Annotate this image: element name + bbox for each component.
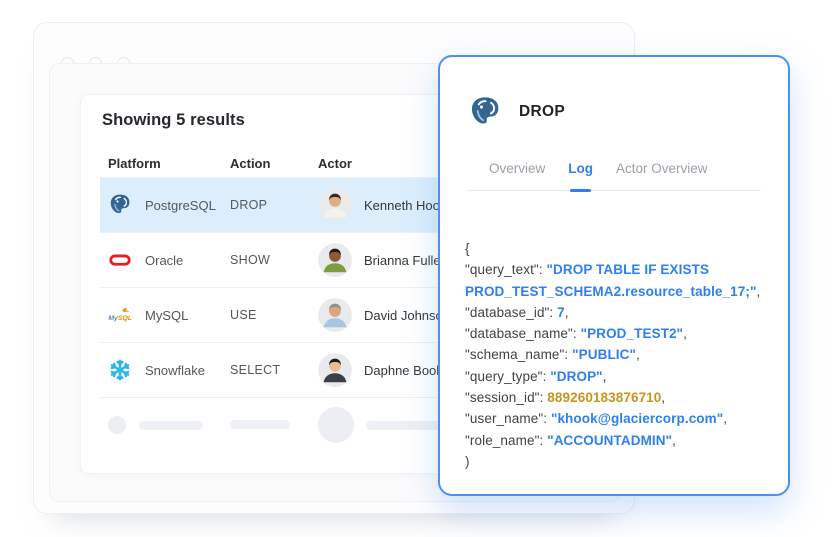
log-line: "query_type": "DROP",: [465, 368, 607, 384]
action-cell: DROP: [230, 196, 318, 214]
avatar-brianna: [318, 243, 352, 277]
tab-log[interactable]: Log: [568, 161, 593, 192]
column-header-platform: Platform: [108, 155, 161, 171]
log-content: { "query_text": "DROP TABLE IF EXISTS PROD…: [465, 238, 772, 472]
skeleton-bar: [230, 420, 290, 429]
log-line: "session_id": 889260183876710,: [465, 390, 666, 406]
detail-panel: DROP Overview Log Actor Overview { "query_t…: [438, 55, 790, 496]
actor-name: Kenneth Hook: [364, 197, 447, 213]
postgresql-icon: [108, 193, 132, 217]
action-label: SHOW: [230, 253, 271, 267]
actor-name: Brianna Fuller: [364, 252, 445, 268]
log-line: {: [465, 241, 470, 256]
log-line: ): [465, 453, 470, 469]
action-cell: SELECT: [230, 361, 318, 379]
platform-label: Snowflake: [145, 362, 205, 378]
detail-panel-header: DROP: [467, 95, 565, 129]
log-line: "database_name": "PROD_TEST2",: [465, 326, 688, 342]
log-line: "database_id": 7,: [465, 304, 569, 320]
skeleton-icon: [108, 416, 126, 434]
log-line: "schema_name": "PUBLIC",: [465, 347, 640, 363]
oracle-icon: [108, 248, 132, 272]
log-line: "query_text": "DROP TABLE IF EXISTS: [465, 262, 710, 278]
skeleton-avatar: [318, 407, 354, 443]
column-header-action: Action: [230, 155, 271, 171]
log-line: "user_name": "khook@glaciercorp.com",: [465, 411, 728, 427]
platform-label: PostgreSQL: [145, 197, 216, 213]
platform-cell: [100, 416, 230, 434]
snowflake-icon: [108, 358, 132, 382]
mysql-icon: My SQL: [108, 303, 132, 327]
action-label: SELECT: [230, 363, 281, 377]
results-count-label: Showing 5 results: [102, 111, 245, 129]
platform-cell: Oracle: [100, 248, 230, 272]
action-cell: [230, 416, 318, 434]
log-line: "role_name": "ACCOUNTADMIN",: [465, 432, 676, 448]
platform-label: MySQL: [145, 307, 189, 323]
avatar-david: [318, 298, 352, 332]
avatar-daphne: [318, 353, 352, 387]
skeleton-bar: [366, 420, 444, 430]
platform-label: Oracle: [145, 252, 184, 268]
skeleton-bar: [139, 420, 203, 430]
platform-cell: My SQL MySQL: [100, 303, 230, 327]
tab-overview[interactable]: Overview: [489, 161, 545, 176]
postgresql-icon: [467, 95, 503, 129]
tab-actor-overview[interactable]: Actor Overview: [616, 161, 708, 176]
action-label: USE: [230, 308, 257, 322]
detail-panel-title: DROP: [519, 103, 565, 120]
action-cell: USE: [230, 306, 318, 324]
svg-text:SQL: SQL: [118, 315, 132, 322]
avatar-kenneth: [318, 188, 352, 222]
action-cell: SHOW: [230, 251, 318, 269]
detail-panel-tabs: Overview Log Actor Overview: [467, 161, 761, 192]
platform-cell: PostgreSQL: [100, 193, 230, 217]
log-line: PROD_TEST_SCHEMA2.resource_table_17;",: [465, 283, 761, 299]
platform-cell: Snowflake: [100, 358, 230, 382]
action-label: DROP: [230, 198, 268, 212]
